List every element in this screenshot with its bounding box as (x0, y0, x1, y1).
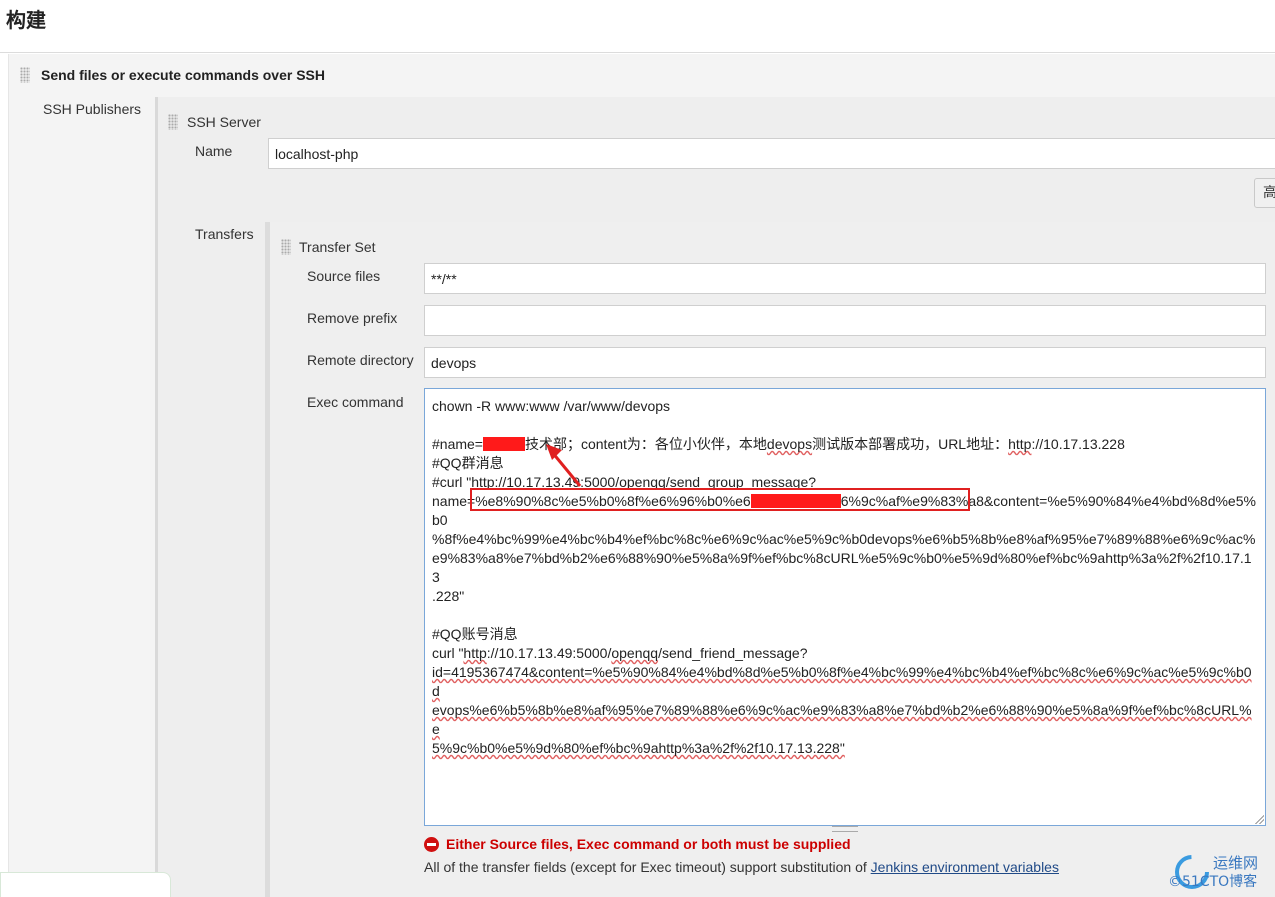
code-line: %8f%e4%bc%99%e4%bc%b4%ef%bc%8c%e6%9c%ac%… (432, 531, 1256, 547)
server-name-field[interactable]: localhost-php (268, 138, 1275, 169)
code-line: #QQ账号消息 (432, 626, 518, 642)
section-title: 构建 (6, 8, 46, 32)
ssh-publishers-label: SSH Publishers (43, 101, 142, 117)
transfer-set-title: Transfer Set (299, 239, 376, 255)
watermark-text: 运维网 (1213, 854, 1259, 872)
code-line: curl "http://10.17.13.49:5000/openqq/sen… (432, 645, 808, 661)
code-line: .228" (432, 588, 465, 604)
drag-handle-icon[interactable] (281, 239, 291, 255)
section-divider (0, 52, 1275, 53)
drag-handle-icon[interactable] (168, 114, 178, 130)
help-text: All of the transfer fields (except for E… (424, 859, 1059, 875)
annotation-highlight-box (470, 488, 970, 511)
drag-handle-icon[interactable] (20, 67, 30, 83)
jenkins-env-vars-link[interactable]: Jenkins environment variables (871, 859, 1059, 875)
transfers-label: Transfers (195, 226, 254, 242)
bottom-panel-tab[interactable] (0, 872, 171, 897)
exec-command-label: Exec command (307, 394, 404, 410)
redacted-block (482, 437, 525, 451)
code-line: id=4195367474&content=%e5%90%84%e4%bd%8d… (432, 664, 1252, 699)
source-files-field[interactable]: **/** (424, 263, 1266, 294)
code-line: 5%9c%b0%e5%9d%80%ef%bc%9ahttp%3a%2f%2f10… (432, 740, 845, 756)
code-line: e9%83%a8%e7%bd%b2%e6%88%90%e5%8a%9f%ef%b… (432, 550, 1252, 585)
watermark-text: ©51CTO博客 (1168, 874, 1258, 890)
remote-directory-field[interactable]: devops (424, 347, 1266, 378)
code-line: chown -R www:www /var/www/devops (432, 398, 671, 414)
remove-prefix-field[interactable] (424, 305, 1266, 336)
textarea-resize-handle[interactable] (832, 826, 858, 832)
remote-directory-label: Remote directory (307, 352, 414, 368)
resize-grip-icon[interactable] (1254, 814, 1264, 824)
advanced-button[interactable]: 高 (1254, 178, 1275, 208)
error-icon (424, 837, 439, 852)
remove-prefix-label: Remove prefix (307, 310, 398, 326)
code-line: evops%e6%b5%8b%e8%af%95%e7%89%88%e6%9c%a… (432, 702, 1252, 737)
annotation-arrow-icon (546, 444, 582, 487)
ssh-server-title: SSH Server (187, 114, 261, 130)
build-step-title: Send files or execute commands over SSH (41, 67, 325, 83)
source-files-label: Source files (307, 268, 381, 284)
name-label: Name (195, 143, 233, 159)
validation-error: Either Source files, Exec command or bot… (446, 836, 851, 852)
